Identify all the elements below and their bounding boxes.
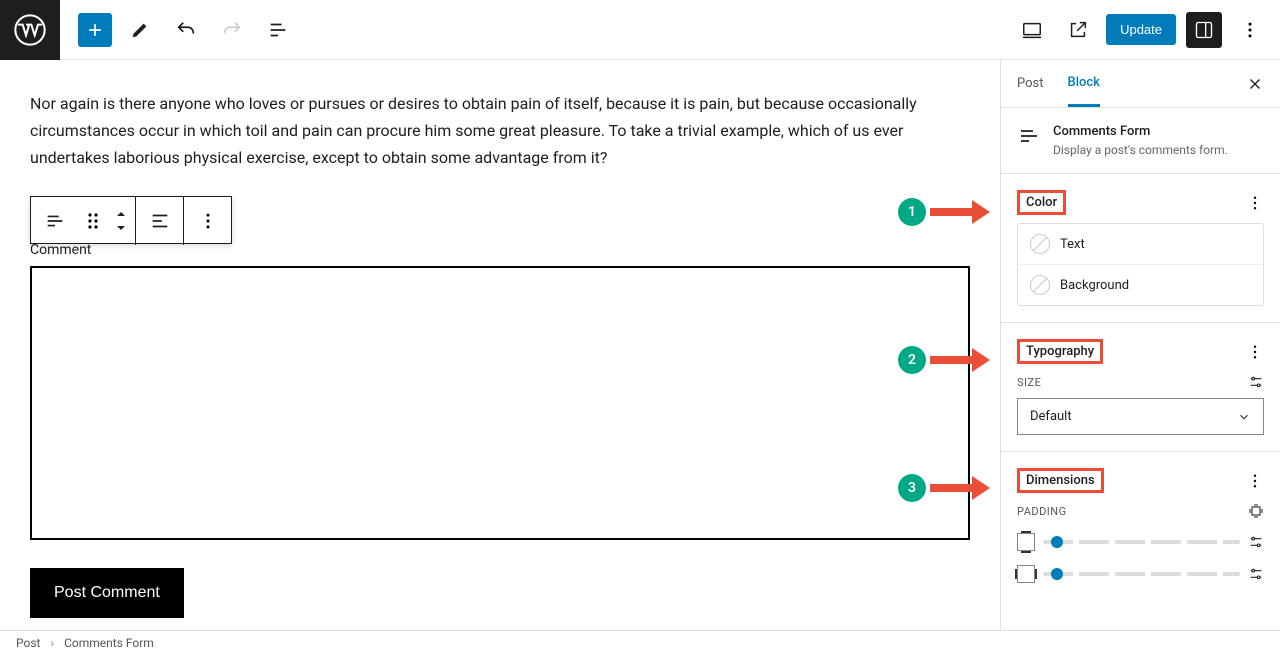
color-panel: Color Text Background	[1001, 174, 1280, 323]
typography-panel-more-icon[interactable]	[1246, 343, 1264, 361]
external-preview-icon[interactable]	[1060, 12, 1096, 48]
chevron-right-icon: ›	[50, 636, 54, 650]
settings-panel-toggle[interactable]	[1186, 12, 1222, 48]
redo-icon	[214, 12, 250, 48]
size-label: SIZE	[1017, 376, 1041, 389]
toolbar-right: Update	[1014, 12, 1280, 48]
text-color-label: Text	[1060, 237, 1085, 252]
device-preview-icon[interactable]	[1014, 12, 1050, 48]
breadcrumb-footer: Post › Comments Form	[0, 630, 1280, 654]
background-swatch-icon	[1030, 275, 1050, 295]
padding-vertical-slider[interactable]	[1043, 540, 1240, 544]
editor-canvas: Nor again is there anyone who loves or p…	[0, 60, 1000, 630]
breadcrumb-root[interactable]: Post	[16, 636, 40, 650]
drag-handle-icon[interactable]	[79, 197, 107, 245]
more-options-icon[interactable]	[1232, 12, 1268, 48]
sidebar-tabs: Post Block	[1001, 60, 1280, 108]
block-title: Comments Form	[1053, 124, 1228, 139]
font-size-value: Default	[1030, 409, 1072, 424]
padding-vertical-settings-icon[interactable]	[1248, 534, 1264, 550]
comments-form-icon	[1017, 124, 1041, 157]
unlink-sides-icon[interactable]	[1248, 503, 1264, 519]
color-panel-title: Color	[1017, 190, 1066, 215]
tab-block[interactable]: Block	[1068, 61, 1100, 107]
typography-panel: Typography SIZE Default	[1001, 323, 1280, 452]
dimensions-panel-more-icon[interactable]	[1246, 472, 1264, 490]
toolbar-left	[60, 12, 296, 48]
padding-horizontal-icon	[1017, 565, 1035, 583]
block-info-header: Comments Form Display a post's comments …	[1001, 108, 1280, 174]
tab-post[interactable]: Post	[1017, 62, 1044, 105]
paragraph-block[interactable]: Nor again is there anyone who loves or p…	[30, 90, 970, 172]
block-toolbar	[30, 196, 232, 244]
padding-horizontal-slider[interactable]	[1043, 572, 1240, 576]
block-description: Display a post's comments form.	[1053, 143, 1228, 157]
font-size-select[interactable]: Default	[1017, 398, 1264, 435]
background-color-row[interactable]: Background	[1018, 264, 1263, 305]
document-outline-icon[interactable]	[260, 12, 296, 48]
align-icon[interactable]	[135, 197, 183, 245]
update-button[interactable]: Update	[1106, 14, 1176, 45]
dimensions-panel: Dimensions PADDING	[1001, 452, 1280, 599]
chevron-down-icon	[1237, 410, 1251, 424]
edit-mode-icon[interactable]	[122, 12, 158, 48]
padding-horizontal-settings-icon[interactable]	[1248, 566, 1264, 582]
post-comment-button[interactable]: Post Comment	[30, 568, 184, 618]
typography-panel-title: Typography	[1017, 339, 1103, 364]
text-swatch-icon	[1030, 234, 1050, 254]
padding-label: PADDING	[1017, 505, 1067, 518]
text-color-row[interactable]: Text	[1018, 224, 1263, 264]
padding-vertical-icon	[1017, 533, 1035, 551]
close-sidebar-icon[interactable]	[1246, 75, 1264, 93]
color-panel-more-icon[interactable]	[1246, 194, 1264, 212]
padding-vertical-row	[1017, 533, 1264, 551]
padding-horizontal-row	[1017, 565, 1264, 583]
block-more-icon[interactable]	[183, 197, 231, 245]
main-area: Nor again is there anyone who loves or p…	[0, 60, 1280, 630]
top-toolbar: Update	[0, 0, 1280, 60]
settings-sidebar: Post Block Comments Form Display a post'…	[1000, 60, 1280, 630]
wp-logo[interactable]	[0, 0, 60, 60]
comment-textarea[interactable]	[30, 266, 970, 540]
add-block-button[interactable]	[78, 13, 112, 47]
background-color-label: Background	[1060, 278, 1129, 293]
size-settings-icon[interactable]	[1248, 374, 1264, 390]
undo-icon[interactable]	[168, 12, 204, 48]
dimensions-panel-title: Dimensions	[1017, 468, 1104, 493]
move-arrows-icon[interactable]	[107, 197, 135, 245]
block-type-icon[interactable]	[31, 197, 79, 245]
breadcrumb-current[interactable]: Comments Form	[64, 636, 154, 650]
